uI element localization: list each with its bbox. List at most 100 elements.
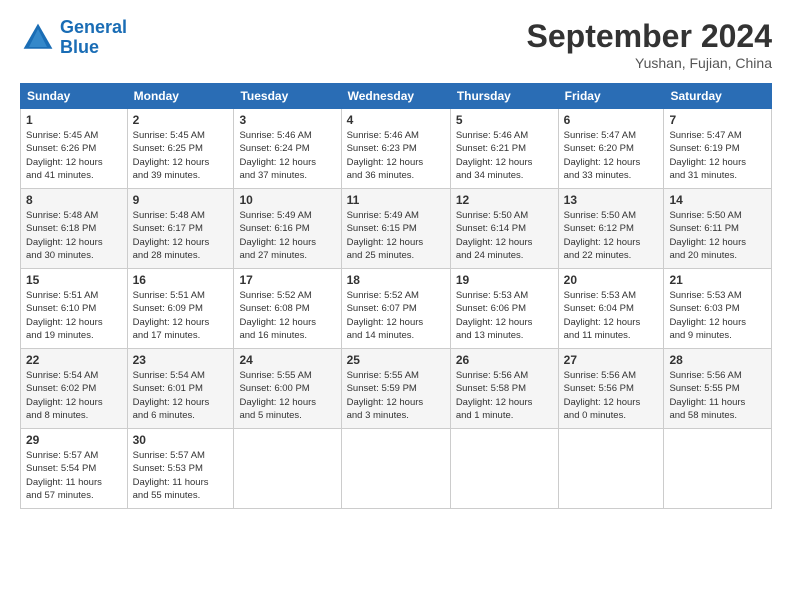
- day-info: Sunrise: 5:55 AM Sunset: 6:00 PM Dayligh…: [239, 369, 335, 422]
- day-cell-2: 2 Sunrise: 5:45 AM Sunset: 6:25 PM Daylig…: [127, 109, 234, 189]
- day-info: Sunrise: 5:51 AM Sunset: 6:10 PM Dayligh…: [26, 289, 122, 342]
- day-cell-21: 21 Sunrise: 5:53 AM Sunset: 6:03 PM Dayli…: [664, 269, 772, 349]
- day-info: Sunrise: 5:53 AM Sunset: 6:06 PM Dayligh…: [456, 289, 553, 342]
- day-info: Sunrise: 5:56 AM Sunset: 5:58 PM Dayligh…: [456, 369, 553, 422]
- logo-text: General Blue: [60, 18, 127, 58]
- day-cell-16: 16 Sunrise: 5:51 AM Sunset: 6:09 PM Dayli…: [127, 269, 234, 349]
- week-row-3: 15 Sunrise: 5:51 AM Sunset: 6:10 PM Dayli…: [21, 269, 772, 349]
- day-info: Sunrise: 5:55 AM Sunset: 5:59 PM Dayligh…: [347, 369, 445, 422]
- day-info: Sunrise: 5:52 AM Sunset: 6:07 PM Dayligh…: [347, 289, 445, 342]
- empty-cell: [341, 429, 450, 509]
- day-info: Sunrise: 5:49 AM Sunset: 6:16 PM Dayligh…: [239, 209, 335, 262]
- week-row-5: 29 Sunrise: 5:57 AM Sunset: 5:54 PM Dayli…: [21, 429, 772, 509]
- day-cell-5: 5 Sunrise: 5:46 AM Sunset: 6:21 PM Daylig…: [450, 109, 558, 189]
- week-row-2: 8 Sunrise: 5:48 AM Sunset: 6:18 PM Daylig…: [21, 189, 772, 269]
- day-info: Sunrise: 5:53 AM Sunset: 6:04 PM Dayligh…: [564, 289, 659, 342]
- day-number: 22: [26, 353, 122, 367]
- day-info: Sunrise: 5:52 AM Sunset: 6:08 PM Dayligh…: [239, 289, 335, 342]
- day-number: 17: [239, 273, 335, 287]
- day-number: 14: [669, 193, 766, 207]
- logo-line2: Blue: [60, 37, 99, 57]
- day-info: Sunrise: 5:46 AM Sunset: 6:23 PM Dayligh…: [347, 129, 445, 182]
- day-cell-9: 9 Sunrise: 5:48 AM Sunset: 6:17 PM Daylig…: [127, 189, 234, 269]
- weekday-sunday: Sunday: [21, 84, 128, 109]
- day-cell-6: 6 Sunrise: 5:47 AM Sunset: 6:20 PM Daylig…: [558, 109, 664, 189]
- day-cell-28: 28 Sunrise: 5:56 AM Sunset: 5:55 PM Dayli…: [664, 349, 772, 429]
- day-cell-8: 8 Sunrise: 5:48 AM Sunset: 6:18 PM Daylig…: [21, 189, 128, 269]
- day-number: 3: [239, 113, 335, 127]
- logo-icon: [20, 20, 56, 56]
- weekday-wednesday: Wednesday: [341, 84, 450, 109]
- day-info: Sunrise: 5:50 AM Sunset: 6:14 PM Dayligh…: [456, 209, 553, 262]
- day-cell-27: 27Sunrise: 5:56 AM Sunset: 5:56 PM Dayli…: [558, 349, 664, 429]
- day-info: Sunrise: 5:51 AM Sunset: 6:09 PM Dayligh…: [133, 289, 229, 342]
- empty-cell: [234, 429, 341, 509]
- location: Yushan, Fujian, China: [527, 55, 772, 71]
- day-number: 20: [564, 273, 659, 287]
- day-info: Sunrise: 5:45 AM Sunset: 6:26 PM Dayligh…: [26, 129, 122, 182]
- weekday-friday: Friday: [558, 84, 664, 109]
- day-number: 15: [26, 273, 122, 287]
- day-info: Sunrise: 5:56 AM Sunset: 5:55 PM Dayligh…: [669, 369, 766, 422]
- day-number: 4: [347, 113, 445, 127]
- day-number: 8: [26, 193, 122, 207]
- day-info: Sunrise: 5:53 AM Sunset: 6:03 PM Dayligh…: [669, 289, 766, 342]
- month-title: September 2024: [527, 18, 772, 55]
- day-cell-30: 30 Sunrise: 5:57 AM Sunset: 5:53 PM Dayli…: [127, 429, 234, 509]
- day-number: 21: [669, 273, 766, 287]
- day-number: 1: [26, 113, 122, 127]
- day-info: Sunrise: 5:49 AM Sunset: 6:15 PM Dayligh…: [347, 209, 445, 262]
- day-info: Sunrise: 5:47 AM Sunset: 6:19 PM Dayligh…: [669, 129, 766, 182]
- week-row-1: 1 Sunrise: 5:45 AM Sunset: 6:26 PM Daylig…: [21, 109, 772, 189]
- day-number: 28: [669, 353, 766, 367]
- day-cell-15: 15 Sunrise: 5:51 AM Sunset: 6:10 PM Dayli…: [21, 269, 128, 349]
- day-number: 9: [133, 193, 229, 207]
- empty-cell: [664, 429, 772, 509]
- day-info: Sunrise: 5:46 AM Sunset: 6:24 PM Dayligh…: [239, 129, 335, 182]
- day-number: 2: [133, 113, 229, 127]
- empty-cell: [450, 429, 558, 509]
- day-info: Sunrise: 5:54 AM Sunset: 6:02 PM Dayligh…: [26, 369, 122, 422]
- day-info: Sunrise: 5:48 AM Sunset: 6:17 PM Dayligh…: [133, 209, 229, 262]
- title-block: September 2024 Yushan, Fujian, China: [527, 18, 772, 71]
- day-cell-10: 10Sunrise: 5:49 AM Sunset: 6:16 PM Dayli…: [234, 189, 341, 269]
- day-info: Sunrise: 5:57 AM Sunset: 5:54 PM Dayligh…: [26, 449, 122, 502]
- day-number: 16: [133, 273, 229, 287]
- day-number: 19: [456, 273, 553, 287]
- day-info: Sunrise: 5:50 AM Sunset: 6:11 PM Dayligh…: [669, 209, 766, 262]
- empty-cell: [558, 429, 664, 509]
- day-cell-3: 3 Sunrise: 5:46 AM Sunset: 6:24 PM Daylig…: [234, 109, 341, 189]
- calendar-table: SundayMondayTuesdayWednesdayThursdayFrid…: [20, 83, 772, 509]
- day-info: Sunrise: 5:54 AM Sunset: 6:01 PM Dayligh…: [133, 369, 229, 422]
- day-cell-4: 4 Sunrise: 5:46 AM Sunset: 6:23 PM Daylig…: [341, 109, 450, 189]
- calendar-body: 1 Sunrise: 5:45 AM Sunset: 6:26 PM Daylig…: [21, 109, 772, 509]
- day-cell-24: 24 Sunrise: 5:55 AM Sunset: 6:00 PM Dayli…: [234, 349, 341, 429]
- day-info: Sunrise: 5:47 AM Sunset: 6:20 PM Dayligh…: [564, 129, 659, 182]
- weekday-header-row: SundayMondayTuesdayWednesdayThursdayFrid…: [21, 84, 772, 109]
- day-info: Sunrise: 5:48 AM Sunset: 6:18 PM Dayligh…: [26, 209, 122, 262]
- logo: General Blue: [20, 18, 127, 58]
- day-cell-23: 23 Sunrise: 5:54 AM Sunset: 6:01 PM Dayli…: [127, 349, 234, 429]
- day-number: 13: [564, 193, 659, 207]
- day-cell-7: 7Sunrise: 5:47 AM Sunset: 6:19 PM Daylig…: [664, 109, 772, 189]
- day-number: 23: [133, 353, 229, 367]
- day-number: 5: [456, 113, 553, 127]
- day-info: Sunrise: 5:45 AM Sunset: 6:25 PM Dayligh…: [133, 129, 229, 182]
- day-number: 29: [26, 433, 122, 447]
- day-number: 18: [347, 273, 445, 287]
- day-number: 30: [133, 433, 229, 447]
- day-number: 6: [564, 113, 659, 127]
- day-cell-19: 19 Sunrise: 5:53 AM Sunset: 6:06 PM Dayli…: [450, 269, 558, 349]
- day-number: 25: [347, 353, 445, 367]
- week-row-4: 22 Sunrise: 5:54 AM Sunset: 6:02 PM Dayli…: [21, 349, 772, 429]
- day-number: 12: [456, 193, 553, 207]
- weekday-monday: Monday: [127, 84, 234, 109]
- day-info: Sunrise: 5:46 AM Sunset: 6:21 PM Dayligh…: [456, 129, 553, 182]
- weekday-tuesday: Tuesday: [234, 84, 341, 109]
- header: General Blue September 2024 Yushan, Fuji…: [20, 18, 772, 71]
- day-number: 24: [239, 353, 335, 367]
- day-cell-18: 18 Sunrise: 5:52 AM Sunset: 6:07 PM Dayli…: [341, 269, 450, 349]
- day-cell-25: 25 Sunrise: 5:55 AM Sunset: 5:59 PM Dayli…: [341, 349, 450, 429]
- day-info: Sunrise: 5:57 AM Sunset: 5:53 PM Dayligh…: [133, 449, 229, 502]
- day-info: Sunrise: 5:50 AM Sunset: 6:12 PM Dayligh…: [564, 209, 659, 262]
